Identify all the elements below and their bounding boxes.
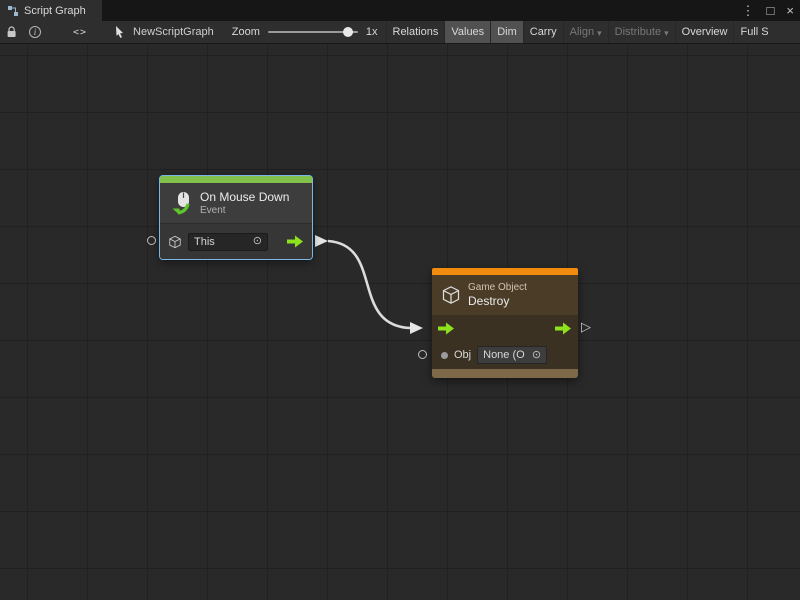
- destroy-node-footer: [432, 369, 578, 378]
- cube-icon: [441, 285, 461, 305]
- button-label: Carry: [530, 26, 557, 38]
- zoom-label: Zoom: [232, 26, 260, 38]
- button-label: Distribute: [615, 26, 661, 38]
- destroy-node-header[interactable]: Game Object Destroy: [432, 275, 578, 315]
- button-label: Relations: [393, 26, 439, 38]
- chevron-down-icon: ▾: [597, 28, 602, 39]
- object-picker-icon[interactable]: ⊙: [253, 236, 262, 247]
- destroy-param-row: Obj None (O ⊙: [432, 341, 578, 369]
- node-supertitle: Game Object: [468, 282, 527, 293]
- object-field-value: None (O: [483, 349, 525, 361]
- maximize-icon[interactable]: □: [761, 0, 781, 21]
- button-label: Dim: [497, 26, 517, 38]
- wire-start-arrow-icon: [315, 235, 328, 247]
- destroy-node-titles: Game Object Destroy: [468, 282, 527, 308]
- tab-title: Script Graph: [24, 5, 86, 17]
- graph-toolbar: i <> NewScriptGraph Zoom 1x Relations Va…: [0, 21, 800, 44]
- chevron-down-icon: ▾: [664, 28, 669, 39]
- close-icon[interactable]: ×: [780, 0, 800, 21]
- wire-end-arrow-icon: [410, 322, 423, 334]
- button-label: Values: [451, 26, 484, 38]
- event-node-body: This ⊙: [160, 223, 312, 259]
- connection-wire[interactable]: [0, 44, 800, 600]
- event-accent-strip: [160, 176, 312, 183]
- destroy-node[interactable]: Game Object Destroy Obj None (O ⊙: [432, 268, 578, 378]
- graph-name-label: NewScriptGraph: [133, 26, 214, 38]
- button-label: Full S: [740, 26, 768, 38]
- zoom-value: 1x: [366, 26, 378, 38]
- lock-icon: [6, 26, 17, 38]
- object-field[interactable]: None (O ⊙: [477, 346, 547, 364]
- overview-button[interactable]: Overview: [675, 21, 734, 43]
- target-object-field[interactable]: This ⊙: [188, 233, 268, 251]
- fullscreen-button[interactable]: Full S: [733, 21, 774, 43]
- param-label: Obj: [454, 349, 471, 361]
- graph-canvas[interactable]: On Mouse Down Event This ⊙: [0, 44, 800, 600]
- window-titlebar: Script Graph ⋮ □ ×: [0, 0, 800, 21]
- invoke-triangle-icon: ▷: [581, 319, 591, 335]
- wire-path[interactable]: [328, 241, 410, 328]
- node-subtitle: Event: [200, 205, 289, 216]
- node-title: On Mouse Down: [200, 190, 289, 204]
- flow-arrow-icon: [438, 322, 455, 335]
- flow-arrow-icon: [287, 235, 304, 248]
- toolbar-buttons: Relations Values Dim Carry Align ▾ Distr…: [386, 21, 775, 43]
- zoom-slider-thumb[interactable]: [343, 27, 353, 37]
- menu-icon[interactable]: ⋮: [736, 0, 761, 21]
- info-icon: i: [29, 26, 41, 38]
- event-target-input-port[interactable]: [147, 236, 156, 245]
- code-icon: <>: [73, 27, 87, 38]
- cursor-icon: [115, 26, 127, 38]
- edit-source-button[interactable]: <>: [67, 21, 93, 43]
- target-field-value: This: [194, 236, 215, 248]
- tab-script-graph[interactable]: Script Graph: [0, 0, 102, 21]
- node-title: Destroy: [468, 294, 527, 308]
- button-label: Align: [570, 26, 594, 38]
- info-button[interactable]: i: [23, 21, 47, 43]
- carry-button[interactable]: Carry: [523, 21, 563, 43]
- destroy-flow-row: [432, 315, 578, 341]
- relations-button[interactable]: Relations: [386, 21, 445, 43]
- flow-input-port[interactable]: [438, 322, 455, 335]
- zoom-slider[interactable]: [268, 31, 358, 33]
- button-label: Overview: [682, 26, 728, 38]
- destroy-obj-input-port[interactable]: [418, 350, 427, 359]
- destroy-accent-strip: [432, 268, 578, 275]
- window-controls: ⋮ □ ×: [736, 0, 800, 21]
- script-graph-icon: [7, 5, 19, 17]
- object-picker-icon[interactable]: ⊙: [532, 350, 541, 361]
- event-node-titles: On Mouse Down Event: [200, 190, 289, 216]
- dim-button[interactable]: Dim: [490, 21, 523, 43]
- values-button[interactable]: Values: [444, 21, 490, 43]
- lock-button[interactable]: [0, 21, 23, 43]
- value-port-dot[interactable]: [441, 352, 448, 359]
- mouse-icon: [169, 191, 193, 215]
- flow-output-port[interactable]: [555, 322, 572, 335]
- align-button: Align ▾: [563, 21, 608, 43]
- event-node-header[interactable]: On Mouse Down Event: [160, 183, 312, 223]
- zoom-control: Zoom 1x: [232, 21, 378, 43]
- flow-output-port[interactable]: [287, 235, 304, 248]
- flow-arrow-icon: [555, 322, 572, 335]
- cube-icon: [168, 235, 182, 249]
- distribute-button: Distribute ▾: [608, 21, 675, 43]
- graph-name-breadcrumb: NewScriptGraph: [115, 21, 214, 43]
- on-mouse-down-node[interactable]: On Mouse Down Event This ⊙: [160, 176, 312, 259]
